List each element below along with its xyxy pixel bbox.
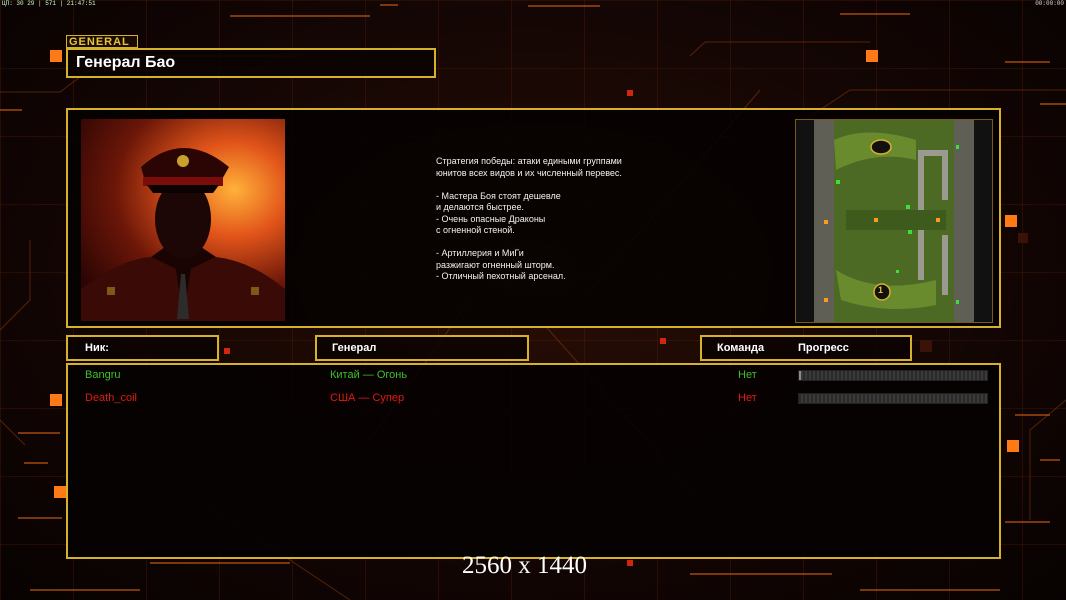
general-description: Стратегия победы: атаки едиными группами…	[436, 156, 622, 281]
player-nick: Death_coil	[85, 392, 137, 404]
player-progress-bar	[798, 370, 988, 381]
resolution-caption: 2560 x 1440	[462, 552, 587, 579]
general-name: Генерал Бао	[66, 48, 436, 78]
player-team: Нет	[738, 369, 757, 381]
map-preview[interactable]: 1	[795, 119, 993, 323]
player-row: Death_coil США — Супер Нет	[68, 391, 999, 405]
fps-stats: ЦП: 30 29 | 571 | 21:47:51	[2, 0, 96, 7]
debug-overlay: ЦП: 30 29 | 571 | 21:47:51 00:00:00	[0, 0, 1066, 7]
player-general: Китай — Огонь	[330, 369, 408, 381]
general-portrait	[81, 119, 285, 321]
player-list: Bangru Китай — Огонь Нет Death_coil США …	[66, 363, 1001, 559]
player-row: Bangru Китай — Огонь Нет	[68, 368, 999, 382]
column-header-team: Команда	[717, 342, 765, 354]
general-info-panel: Стратегия победы: атаки едиными группами…	[66, 108, 1001, 328]
column-header-general: Генерал	[315, 335, 529, 361]
general-section-label: GENERAL	[66, 35, 138, 48]
column-header-progress: Прогресс	[798, 342, 849, 354]
game-clock: 00:00:00	[1035, 0, 1064, 7]
map-image	[814, 120, 974, 322]
player-general: США — Супер	[330, 392, 405, 404]
column-header-team-progress: Команда Прогресс	[700, 335, 912, 361]
player-progress-fill	[799, 371, 801, 380]
player-nick: Bangru	[85, 369, 121, 381]
player-team: Нет	[738, 392, 757, 404]
map-player-slot: 1	[878, 285, 884, 295]
column-header-nick: Ник:	[66, 335, 219, 361]
portrait-figure	[81, 148, 285, 321]
player-progress-bar	[798, 393, 988, 404]
